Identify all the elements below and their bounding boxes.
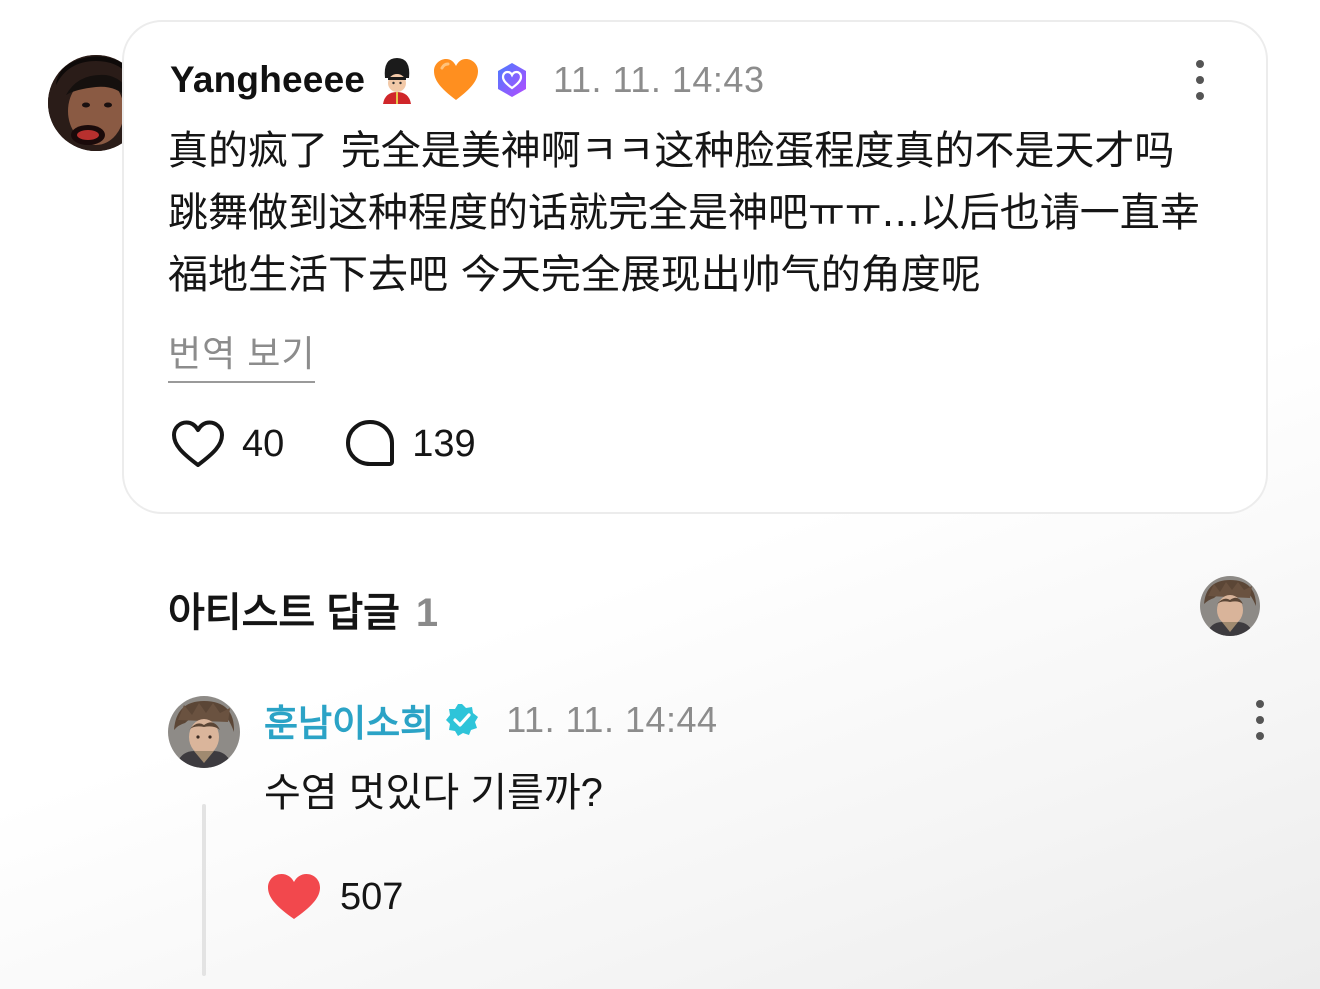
- fan-reply-count: 139: [412, 422, 476, 465]
- artist-avatar-small[interactable]: [1200, 576, 1260, 636]
- speech-bubble-icon: [346, 420, 395, 466]
- translate-link[interactable]: 번역 보기: [168, 325, 316, 383]
- heart-filled-icon: [268, 874, 320, 919]
- heart-outline-icon: [172, 420, 224, 467]
- verified-artist-badge-icon: [444, 702, 480, 738]
- fan-reply-button[interactable]: 139: [344, 418, 476, 470]
- artist-reply-text: 수염 멋있다 기를까?: [264, 771, 603, 815]
- artist-reply-header: 훈남이소희 11. 11. 14:44: [264, 694, 718, 746]
- fan-comment-text: 真的疯了 完全是美神啊ㅋㅋ这种脸蛋程度真的不是天才吗 跳舞做到这种程度的话就完全…: [168, 128, 1200, 298]
- artist-reply-section-title: 아티스트 답글 1: [168, 580, 438, 638]
- artist-timestamp: 11. 11. 14:44: [506, 699, 718, 740]
- fan-like-count: 40: [242, 422, 285, 465]
- fan-more-options-icon[interactable]: [1188, 60, 1212, 100]
- artist-reply-count: 1: [415, 591, 439, 635]
- guardsman-emoji-icon: [375, 55, 419, 105]
- verified-fan-badge-icon: [493, 61, 531, 99]
- fan-comment-actions: 40 139: [170, 418, 476, 470]
- artist-reply-title: 아티스트 답글: [168, 591, 400, 635]
- fan-username[interactable]: Yangheeee: [170, 59, 365, 101]
- fan-timestamp: 11. 11. 14:43: [553, 59, 765, 100]
- fan-like-button[interactable]: 40: [170, 419, 284, 469]
- artist-username[interactable]: 훈남이소희: [264, 693, 434, 747]
- orange-heart-emoji-icon: [431, 56, 481, 104]
- artist-like-button[interactable]: 507: [266, 872, 403, 922]
- artist-like-count: 507: [340, 875, 404, 918]
- artist-avatar-image: [168, 696, 240, 768]
- thread-line: [202, 804, 206, 976]
- fan-comment-header: Yangheeee 11. 11. 14:43: [170, 52, 764, 108]
- artist-more-options-icon[interactable]: [1248, 700, 1272, 740]
- artist-avatar[interactable]: [168, 696, 240, 768]
- artist-avatar-small-image: [1200, 576, 1260, 636]
